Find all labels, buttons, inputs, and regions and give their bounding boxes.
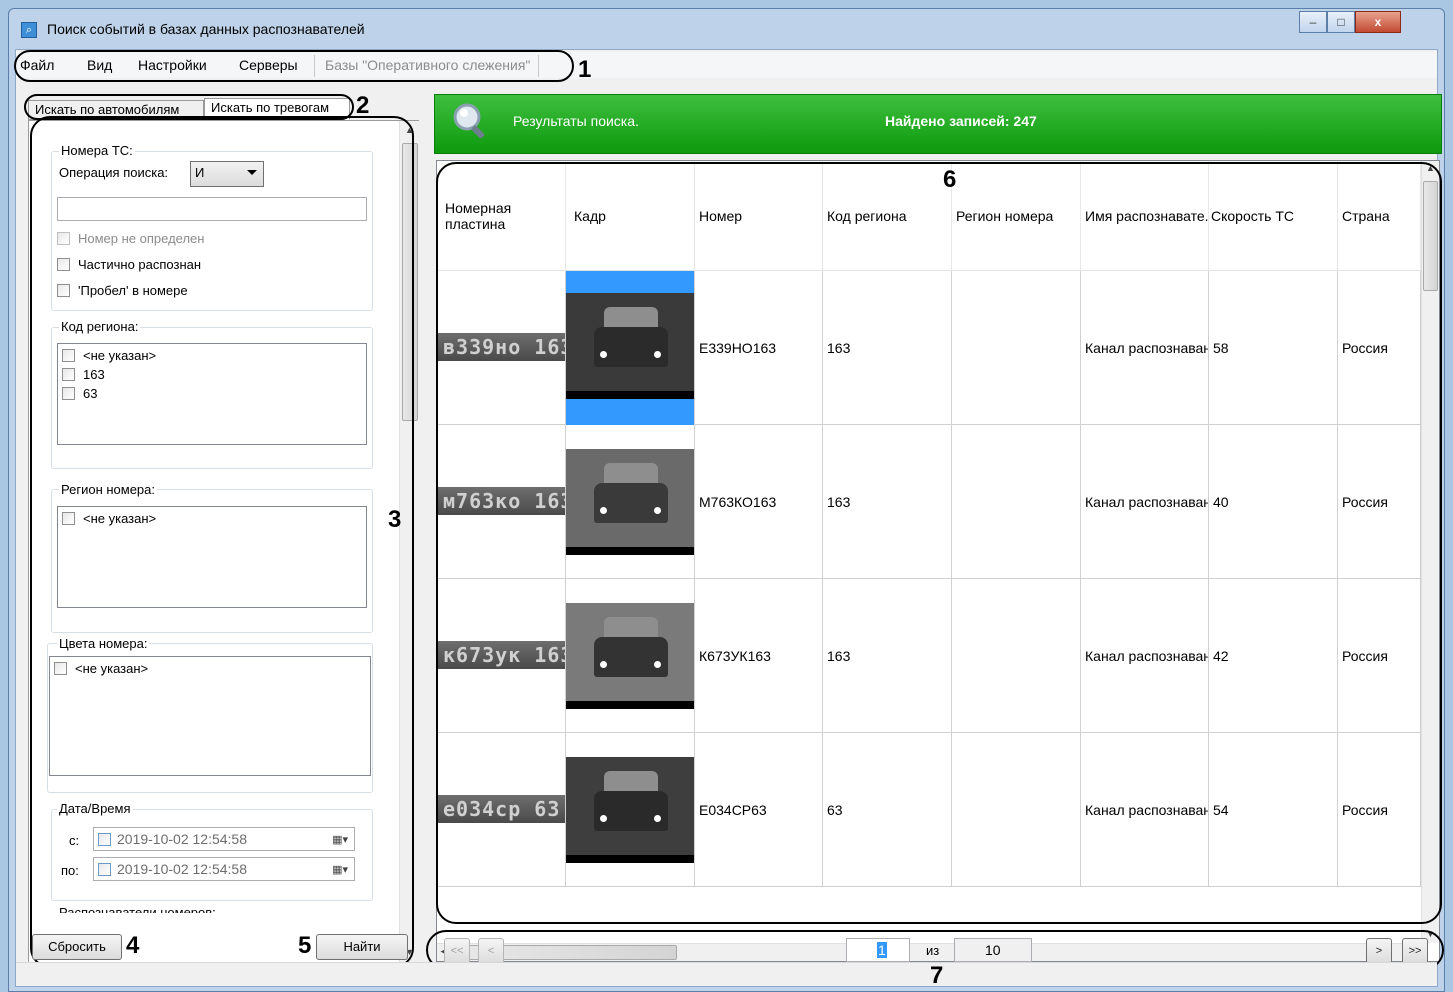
callout-ring-3 bbox=[30, 116, 414, 968]
minimize-button[interactable]: – bbox=[1299, 11, 1327, 33]
callout-ring-6 bbox=[436, 162, 1442, 924]
results-banner: Результаты поиска. Найдено записей: 247 bbox=[434, 94, 1442, 154]
client-area: Файл Вид Настройки Серверы Базы "Операти… bbox=[14, 49, 1444, 989]
magnifier-icon bbox=[453, 103, 485, 139]
callout-ring-1 bbox=[14, 50, 574, 82]
window-title: Поиск событий в базах данных распознават… bbox=[47, 21, 365, 37]
results-title: Результаты поиска. bbox=[513, 113, 639, 129]
callout-4: 4 bbox=[126, 932, 140, 959]
status-bar bbox=[16, 962, 1437, 986]
reset-button[interactable]: Сбросить bbox=[32, 934, 122, 960]
search-app-icon: ⌕ bbox=[21, 22, 37, 38]
callout-3: 3 bbox=[388, 506, 402, 533]
find-button[interactable]: Найти bbox=[316, 934, 408, 960]
callout-1: 1 bbox=[578, 56, 592, 83]
results-count: Найдено записей: 247 bbox=[885, 113, 1037, 129]
main-window: ⌕ Поиск событий в базах данных распознав… bbox=[8, 8, 1445, 992]
callout-6: 6 bbox=[943, 166, 957, 193]
maximize-button[interactable]: □ bbox=[1327, 11, 1355, 33]
title-bar: ⌕ Поиск событий в базах данных распознав… bbox=[9, 9, 1444, 49]
close-button[interactable]: x bbox=[1355, 11, 1401, 33]
callout-7: 7 bbox=[930, 962, 944, 989]
callout-5: 5 bbox=[298, 932, 312, 959]
